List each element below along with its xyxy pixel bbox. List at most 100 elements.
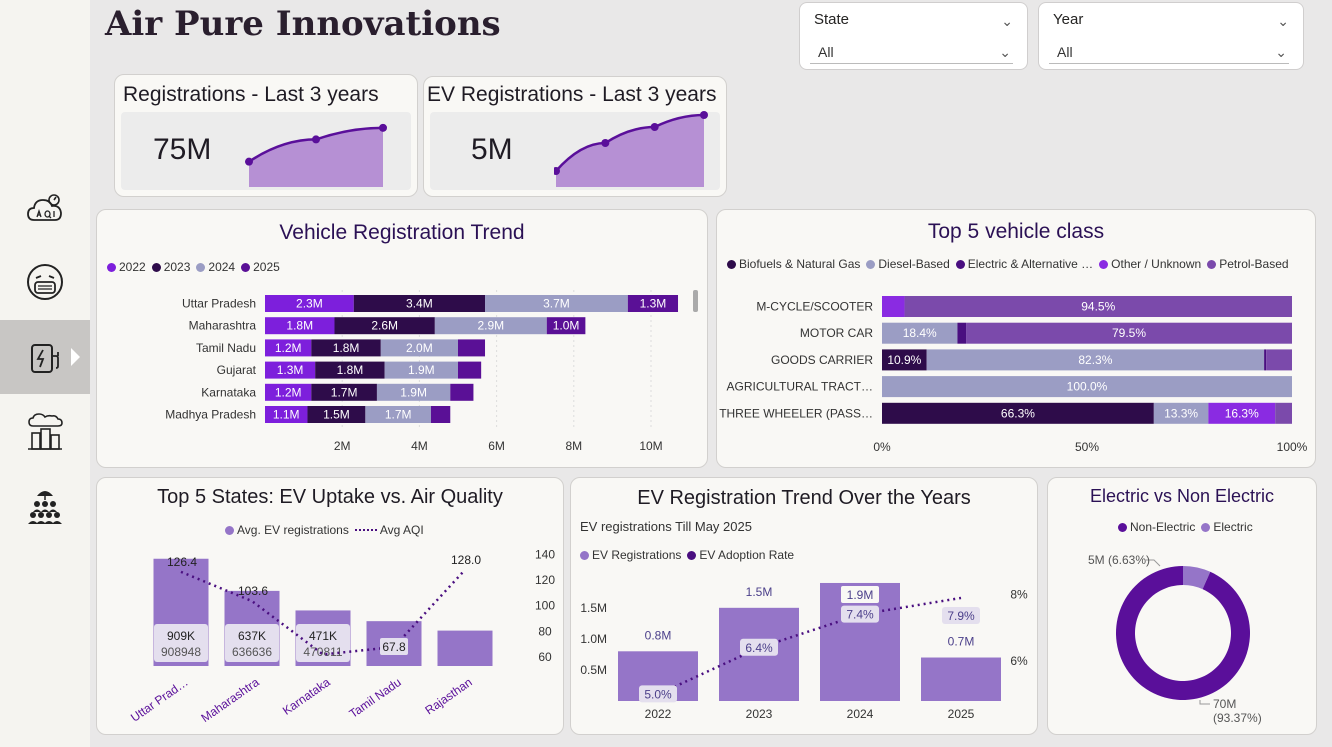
data-label: 471K: [309, 629, 337, 643]
sparkline-point: [601, 139, 610, 147]
state-filter-label: State: [814, 11, 850, 28]
kpi-value: 5M: [471, 133, 513, 166]
data-label: 3.7M: [543, 297, 570, 311]
data-label: 5.0%: [644, 687, 672, 701]
year-filter-label: Year: [1053, 11, 1084, 28]
chevron-down-icon[interactable]: ⌄: [1275, 44, 1287, 61]
category-label: Uttar Pradesh: [182, 297, 256, 311]
data-label: 908948: [161, 645, 201, 659]
page-title: Air Pure Innovations: [105, 4, 501, 44]
year-filter-dropdown[interactable]: All ⌄: [1049, 38, 1289, 64]
chevron-down-icon[interactable]: ⌄: [999, 44, 1011, 61]
category-label: Maharashtra: [189, 319, 257, 333]
data-label: 1.3M: [277, 363, 304, 377]
y2-tick-label: 8%: [1010, 588, 1028, 602]
x-tick-label: 0%: [873, 440, 891, 454]
nav-people[interactable]: [0, 468, 90, 542]
people-group-icon: [28, 491, 62, 524]
polluted-city-icon: [28, 413, 63, 450]
x-tick-label: 100%: [1277, 440, 1308, 454]
data-label: 1.9M: [847, 588, 874, 602]
y2-tick-label: 100: [535, 599, 555, 613]
data-label: 2.3M: [296, 297, 323, 311]
data-label: 128.0: [451, 553, 481, 567]
nav-mask[interactable]: [0, 245, 90, 319]
data-label: 1.9M: [408, 363, 435, 377]
ev-registration-trend-card: EV Registration Trend Over the Years EV …: [570, 477, 1038, 735]
top5-vehicle-class-card: Top 5 vehicle class Biofuels & Natural G…: [716, 209, 1316, 468]
category-label: Gujarat: [217, 363, 257, 377]
y2-tick-label: 120: [535, 573, 555, 587]
data-label: 1.5M: [323, 408, 350, 422]
bar: [437, 630, 493, 666]
kpi-card-registrations: Registrations - Last 3 years 75M: [114, 74, 418, 197]
kpi-card-ev-registrations: EV Registrations - Last 3 years 5M: [423, 76, 727, 197]
data-label: 100.0%: [1067, 380, 1108, 394]
state-filter-dropdown[interactable]: All ⌄: [810, 38, 1013, 64]
y2-tick-label: 6%: [1010, 654, 1028, 668]
year-filter[interactable]: Year ⌄ All ⌄: [1038, 2, 1304, 70]
data-label: 1.2M: [275, 341, 302, 355]
data-label: 909K: [167, 629, 195, 643]
data-label: 2.0M: [406, 341, 433, 355]
data-label: 126.4: [167, 555, 197, 569]
data-label: 82.3%: [1078, 353, 1112, 367]
data-label: 0.8M: [645, 628, 672, 642]
aqi-icon: [27, 194, 62, 221]
category-label: Tamil Nadu: [196, 341, 256, 355]
y2-tick-label: 140: [535, 547, 555, 561]
year-filter-value: All: [1057, 44, 1073, 60]
data-label: 2.9M: [477, 319, 504, 333]
sparkline-point: [379, 123, 387, 132]
data-label: 5M (6.63%): [1088, 553, 1150, 567]
bar-segment: [882, 296, 905, 317]
kpi-sparkline: [245, 123, 387, 187]
sparkline-point: [312, 135, 320, 144]
x-tick-label: Karnataka: [280, 675, 333, 718]
data-label: 2.6M: [371, 319, 398, 333]
data-label: 1.8M: [333, 341, 360, 355]
chevron-down-icon[interactable]: ⌄: [1277, 13, 1289, 30]
x-tick-label: Rajasthan: [422, 675, 474, 717]
nav-aqi[interactable]: [0, 172, 90, 246]
bar-segment: [458, 361, 482, 379]
adoption-rate-line: [657, 596, 962, 696]
vehicle-registration-trend-card: Vehicle Registration Trend 2022 2023 2024 2…: [96, 209, 708, 468]
ev-uptake-vs-aqi-chart: 60 80 100 120 140 909K 908948 Uttar Prad… 637K 63…: [128, 547, 555, 725]
bar-segment: [430, 406, 451, 423]
state-filter[interactable]: State ⌄ All ⌄: [799, 2, 1028, 70]
bar-segment: [1275, 402, 1292, 424]
x-tick-label: Uttar Prad…: [128, 675, 191, 725]
bar-segment: [1264, 349, 1267, 371]
x-tick-label: 4M: [411, 439, 428, 453]
data-label: 103.6: [238, 584, 268, 598]
data-label: 70M: [1213, 697, 1236, 711]
state-filter-value: All: [818, 44, 834, 60]
data-label: 6.4%: [745, 641, 773, 655]
data-label: 16.3%: [1225, 406, 1259, 420]
electric-vs-non-electric-card: Electric vs Non Electric Non-Electric Ele…: [1047, 477, 1317, 735]
data-label: 1.8M: [286, 319, 313, 333]
ev-charger-icon: [31, 344, 59, 373]
scrollbar[interactable]: [693, 290, 698, 312]
chevron-down-icon[interactable]: ⌄: [1001, 13, 1013, 30]
bar-segment: [450, 383, 474, 401]
leader-line: [1199, 700, 1210, 705]
kpi-value: 75M: [153, 133, 212, 166]
nav-city[interactable]: [0, 395, 90, 469]
data-label: 636636: [232, 645, 272, 659]
electric-vs-non-electric-chart: 5M (6.63%) 70M(93.37%): [1088, 553, 1262, 725]
x-tick-label: 50%: [1075, 440, 1099, 454]
data-label: 7.4%: [846, 608, 874, 622]
nav-ev[interactable]: [0, 320, 90, 394]
vehicle-registration-trend-chart: 2M 4M 6M 8M 10M Uttar Pradesh 2.3M 3.4M 3.7M 1.3M…: [165, 290, 679, 453]
data-label: 1.7M: [385, 408, 412, 422]
bar-segment: [957, 322, 967, 344]
data-label: 94.5%: [1081, 300, 1115, 314]
x-tick-label: 2023: [746, 707, 773, 721]
data-label: 1.9M: [400, 385, 427, 399]
data-label: 1.3M: [640, 297, 667, 311]
y2-tick-label: 60: [538, 650, 552, 664]
data-label: 1.7M: [331, 385, 358, 399]
data-label: 0.7M: [948, 635, 975, 649]
